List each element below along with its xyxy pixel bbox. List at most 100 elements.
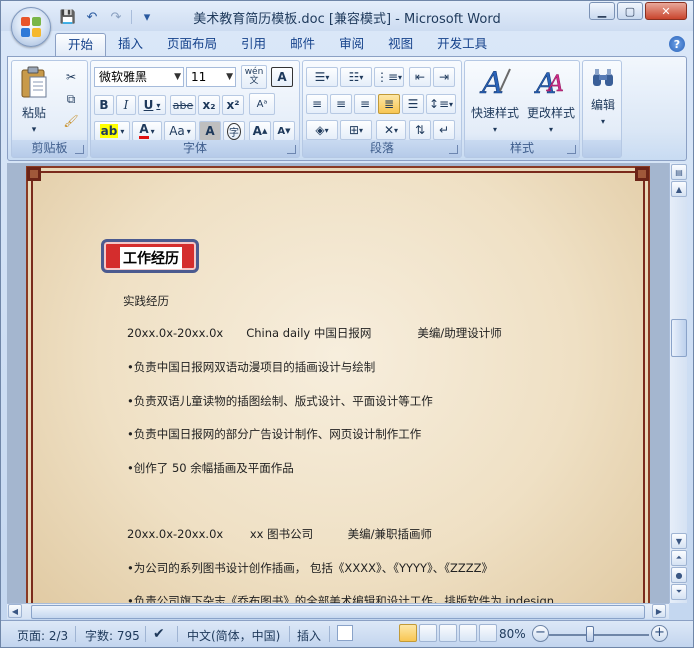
- font-name-combo[interactable]: 微软雅黑 ▼: [94, 67, 184, 87]
- bold-button[interactable]: B: [94, 95, 114, 115]
- zoom-in-button[interactable]: +: [651, 625, 668, 642]
- close-button[interactable]: ✕: [645, 2, 687, 20]
- styles-launcher-icon[interactable]: [567, 145, 576, 154]
- superscript-button[interactable]: x²: [222, 95, 244, 115]
- doc-line-job2[interactable]: 20xx.0x-20xx.0x xx 图书公司 美编/兼职插画师: [127, 526, 432, 542]
- align-left-icon[interactable]: ≡: [306, 94, 328, 114]
- scroll-left-icon[interactable]: ◀: [8, 604, 22, 618]
- horizontal-scrollbar[interactable]: ◀ ▶: [7, 603, 669, 619]
- draft-view-icon[interactable]: [479, 624, 497, 642]
- doc-line-subtitle[interactable]: 实践经历: [123, 293, 169, 309]
- align-center-icon[interactable]: ≡: [330, 94, 352, 114]
- doc-line-bullet[interactable]: •为公司的系列图书设计创作插画， 包括《XXXX》、《YYYY》、《ZZZZ》: [127, 560, 493, 576]
- chinese-layout-icon[interactable]: ✕ ▾: [376, 120, 406, 140]
- chevron-down-icon[interactable]: ▾: [549, 125, 553, 134]
- borders-icon[interactable]: ⊞ ▾: [340, 120, 372, 140]
- char-shading-button[interactable]: A: [199, 121, 221, 141]
- paragraph-launcher-icon[interactable]: [449, 145, 458, 154]
- language-status[interactable]: 中文(简体，中国): [187, 627, 280, 644]
- doc-line-bullet[interactable]: •负责中国日报网双语动漫项目的插画设计与绘制: [127, 359, 375, 375]
- decrease-indent-icon[interactable]: ⇤: [409, 67, 431, 87]
- zoom-out-button[interactable]: −: [532, 625, 549, 642]
- clear-formatting-button[interactable]: Aᵃ: [249, 93, 275, 115]
- show-marks-icon[interactable]: ↵: [433, 120, 455, 140]
- clipboard-launcher-icon[interactable]: [75, 145, 84, 154]
- doc-line-bullet[interactable]: •负责公司旗下杂志《乔布图书》的全部美术编辑和设计工作，排版软件为 indesi…: [127, 593, 554, 603]
- outline-view-icon[interactable]: [459, 624, 477, 642]
- tab-view[interactable]: 视图: [376, 33, 425, 57]
- horizontal-scroll-thumb[interactable]: [31, 605, 645, 619]
- grow-font-button[interactable]: A ▲: [249, 121, 271, 141]
- word-count-status[interactable]: 字数: 795: [85, 627, 140, 644]
- numbering-icon[interactable]: ☷ ▾: [340, 67, 372, 87]
- sort-icon[interactable]: ⇅: [409, 120, 431, 140]
- increase-indent-icon[interactable]: ⇥: [433, 67, 455, 87]
- zoom-slider-knob[interactable]: [586, 626, 594, 642]
- highlight-button[interactable]: ab ▾: [94, 121, 130, 141]
- editing-button[interactable]: 编辑 ▾: [584, 65, 622, 127]
- paste-dropdown-icon[interactable]: ▾: [32, 125, 37, 135]
- tab-mailings[interactable]: 邮件: [278, 33, 327, 57]
- font-size-combo[interactable]: 11 ▼: [186, 67, 236, 87]
- format-painter-icon[interactable]: 🖌: [60, 111, 82, 131]
- print-layout-view-icon[interactable]: [399, 624, 417, 642]
- doc-line-bullet[interactable]: •创作了 50 余幅插画及平面作品: [127, 460, 294, 476]
- previous-page-icon[interactable]: ⏶: [671, 550, 687, 566]
- quick-styles-button[interactable]: A 快速样式 ▾: [467, 65, 523, 135]
- minimize-button[interactable]: ▁: [589, 2, 615, 20]
- chevron-down-icon[interactable]: ▼: [174, 68, 181, 86]
- document-page[interactable]: 工作经历 实践经历 20xx.0x-20xx.0x China daily 中国…: [27, 167, 649, 603]
- phonetic-guide-button[interactable]: wén 文: [241, 65, 267, 89]
- shrink-font-button[interactable]: A ▼: [273, 121, 295, 141]
- zoom-slider-track[interactable]: [549, 634, 649, 636]
- tab-page-layout[interactable]: 页面布局: [155, 33, 229, 57]
- office-button[interactable]: [11, 7, 51, 47]
- vertical-scrollbar[interactable]: ▤ ▲ ▼ ⏶ ● ⏷: [669, 163, 687, 603]
- font-launcher-icon[interactable]: [287, 145, 296, 154]
- chevron-down-icon[interactable]: ▾: [151, 127, 155, 136]
- chevron-down-icon[interactable]: ▼: [226, 68, 233, 86]
- chevron-down-icon[interactable]: ▾: [120, 127, 124, 136]
- scroll-right-icon[interactable]: ▶: [652, 604, 666, 618]
- zoom-level[interactable]: 80%: [499, 627, 526, 641]
- font-color-button[interactable]: A ▾: [132, 121, 162, 141]
- strikethrough-button[interactable]: abe: [170, 95, 196, 115]
- change-styles-button[interactable]: A A 更改样式 ▾: [523, 65, 579, 135]
- scroll-down-icon[interactable]: ▼: [671, 533, 687, 549]
- tab-review[interactable]: 审阅: [327, 33, 376, 57]
- doc-line-job1[interactable]: 20xx.0x-20xx.0x China daily 中国日报网 美编/助理设…: [127, 325, 502, 341]
- tab-developer[interactable]: 开发工具: [425, 33, 499, 57]
- paste-button[interactable]: 粘贴 ▾: [16, 65, 52, 135]
- tab-references[interactable]: 引用: [229, 33, 278, 57]
- ruler-toggle-icon[interactable]: ▤: [671, 164, 687, 180]
- align-right-icon[interactable]: ≡: [354, 94, 376, 114]
- justify-icon[interactable]: ≣: [378, 94, 400, 114]
- cut-icon[interactable]: ✂: [60, 67, 82, 87]
- page-count-status[interactable]: 页面: 2/3: [17, 627, 68, 644]
- underline-button[interactable]: U ▾: [138, 95, 166, 115]
- help-icon[interactable]: ?: [669, 36, 685, 52]
- insert-mode-status[interactable]: 插入: [297, 627, 321, 644]
- bullets-icon[interactable]: ☰ ▾: [306, 67, 338, 87]
- line-spacing-icon[interactable]: ↕≡ ▾: [426, 94, 456, 114]
- italic-button[interactable]: I: [116, 95, 136, 115]
- chevron-down-icon[interactable]: ▾: [187, 127, 191, 136]
- doc-line-bullet[interactable]: •负责双语儿童读物的插图绘制、版式设计、平面设计等工作: [127, 393, 433, 409]
- select-browse-object-icon[interactable]: ●: [671, 567, 687, 583]
- vertical-scroll-thumb[interactable]: [671, 319, 687, 357]
- macro-record-icon[interactable]: [337, 625, 353, 641]
- section-title[interactable]: 工作经历: [120, 247, 182, 269]
- enclose-char-button[interactable]: 字: [223, 121, 245, 141]
- distributed-icon[interactable]: ☰: [402, 94, 424, 114]
- change-case-button[interactable]: Aa ▾: [164, 121, 196, 141]
- doc-line-bullet[interactable]: •负责中国日报网的部分广告设计制作、网页设计制作工作: [127, 426, 421, 442]
- chevron-down-icon[interactable]: ▾: [156, 101, 160, 110]
- tab-insert[interactable]: 插入: [106, 33, 155, 57]
- copy-icon[interactable]: ⧉: [60, 89, 82, 109]
- web-layout-view-icon[interactable]: [439, 624, 457, 642]
- char-border-button[interactable]: A: [271, 67, 293, 87]
- maximize-button[interactable]: ▢: [617, 2, 643, 20]
- document-area[interactable]: 工作经历 实践经历 20xx.0x-20xx.0x China daily 中国…: [7, 163, 669, 603]
- shading-icon[interactable]: ◈ ▾: [306, 120, 338, 140]
- chevron-down-icon[interactable]: ▾: [601, 117, 605, 126]
